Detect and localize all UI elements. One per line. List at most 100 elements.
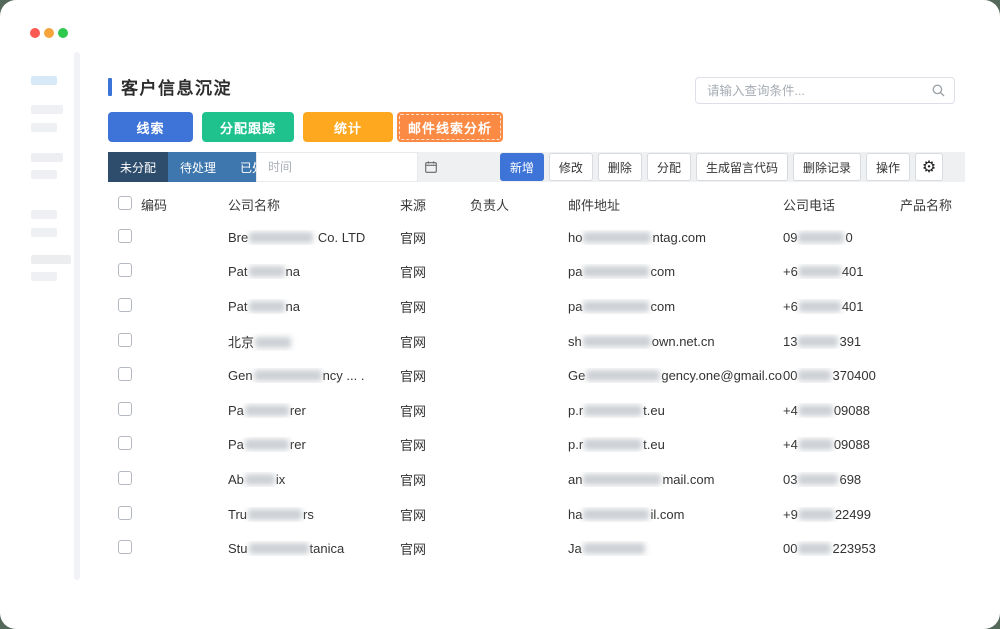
sidebar-item[interactable] [31, 123, 57, 132]
sidebar-item[interactable] [31, 210, 57, 219]
row-checkbox[interactable] [118, 402, 132, 416]
cell-company: Abix [228, 472, 400, 487]
title-accent-bar [108, 78, 112, 96]
table-row: Trurs官网 hail.com+922499 [108, 497, 965, 532]
time-filter [256, 152, 418, 182]
cell-email: pacom [568, 299, 783, 314]
edit-button[interactable]: 修改 [549, 153, 593, 181]
calendar-icon[interactable] [425, 161, 437, 173]
app-window: 客户信息沉淀 线索 分配跟踪 统计 邮件线索分析 未分配 待处理 已处理 [0, 0, 1000, 629]
cell-phone: +409088 [783, 437, 900, 452]
sidebar-item[interactable] [31, 105, 63, 114]
table-row: Abix官网anmail.com03698 [108, 462, 965, 497]
page-title: 客户信息沉淀 [121, 74, 232, 99]
window-zoom-button[interactable] [58, 28, 68, 38]
tab-statistics[interactable]: 统计 [303, 112, 393, 142]
sidebar-item-active[interactable] [31, 76, 57, 85]
cell-source: 官网 [400, 332, 470, 351]
redacted-text [798, 474, 838, 485]
cell-email: p.rt.eu [568, 403, 783, 418]
row-checkbox[interactable] [118, 263, 132, 277]
select-all-checkbox[interactable] [118, 196, 132, 210]
cell-phone: 13391 [783, 334, 900, 349]
row-checkbox[interactable] [118, 506, 132, 520]
row-checkbox[interactable] [118, 436, 132, 450]
sidebar-item[interactable] [31, 272, 57, 281]
sidebar-item[interactable] [31, 153, 63, 162]
operate-button[interactable]: 操作 [866, 153, 910, 181]
sidebar-item[interactable] [31, 228, 57, 237]
column-header-source: 来源 [400, 195, 470, 214]
sidebar-item[interactable] [31, 255, 71, 264]
window-close-button[interactable] [30, 28, 40, 38]
window-minimize-button[interactable] [44, 28, 54, 38]
search-box [695, 77, 955, 104]
column-header-product: 产品名称 [900, 195, 965, 214]
delete-records-button[interactable]: 删除记录 [793, 153, 861, 181]
column-header-owner: 负责人 [470, 195, 568, 214]
cell-company: Trurs [228, 507, 400, 522]
row-checkbox[interactable] [118, 540, 132, 554]
tab-leads[interactable]: 线索 [108, 112, 193, 142]
row-checkbox[interactable] [118, 333, 132, 347]
segment-unassigned[interactable]: 未分配 [108, 152, 168, 182]
table-row: 北京官网shown.net.cn13391 [108, 324, 965, 359]
search-input[interactable] [705, 83, 932, 99]
redacted-text [245, 439, 289, 450]
cell-source: 官网 [400, 366, 470, 385]
cell-source: 官网 [400, 505, 470, 524]
cell-company: Patna [228, 299, 400, 314]
tab-assignment-tracking[interactable]: 分配跟踪 [202, 112, 294, 142]
cell-company: Stutanica [228, 541, 400, 556]
cell-company: 北京 [228, 332, 400, 351]
cell-source: 官网 [400, 401, 470, 420]
settings-button[interactable]: ⚙ [915, 153, 943, 181]
table-row: Patna官网pacom+6401 [108, 255, 965, 290]
cell-phone: +6401 [783, 264, 900, 279]
redacted-text [584, 439, 642, 450]
module-tabs: 线索 分配跟踪 统计 邮件线索分析 [108, 112, 503, 142]
sidebar-item[interactable] [31, 170, 57, 179]
time-input[interactable] [266, 159, 425, 175]
cell-phone: 090 [783, 230, 900, 245]
cell-company: Genncy ... . [228, 368, 400, 383]
filter-toolbar: 未分配 待处理 已处理 新增 修改 删除 分配 生成留言代码 删除记录 操作 ⚙ [108, 152, 965, 182]
redacted-text [249, 301, 285, 312]
table-row: Parer官网p.rt.eu+409088 [108, 428, 965, 463]
search-icon[interactable] [932, 84, 945, 97]
segment-pending[interactable]: 待处理 [168, 152, 228, 182]
redacted-text [249, 232, 313, 243]
table-header-row: 编码 公司名称 来源 负责人 邮件地址 公司电话 产品名称 [108, 188, 965, 220]
cell-email: hail.com [568, 507, 783, 522]
cell-source: 官网 [400, 228, 470, 247]
assign-button[interactable]: 分配 [647, 153, 691, 181]
row-checkbox[interactable] [118, 229, 132, 243]
redacted-text [583, 301, 649, 312]
sidebar-divider [74, 52, 80, 580]
cell-source: 官网 [400, 262, 470, 281]
redacted-text [245, 474, 275, 485]
redacted-text [584, 405, 642, 416]
leads-table: 编码 公司名称 来源 负责人 邮件地址 公司电话 产品名称 Bre Co. LT… [108, 188, 965, 566]
tab-email-lead-analysis[interactable]: 邮件线索分析 [397, 112, 503, 142]
table-row: Genncy ... .官网Gegency.one@gmail.com00370… [108, 358, 965, 393]
redacted-text [583, 336, 651, 347]
generate-message-code-button[interactable]: 生成留言代码 [696, 153, 788, 181]
cell-source: 官网 [400, 470, 470, 489]
cell-email: p.rt.eu [568, 437, 783, 452]
delete-button[interactable]: 删除 [598, 153, 642, 181]
cell-email: Gegency.one@gmail.com [568, 368, 783, 383]
column-header-company: 公司名称 [228, 195, 400, 214]
cell-phone: 00223953 [783, 541, 900, 556]
redacted-text [245, 405, 289, 416]
row-checkbox[interactable] [118, 471, 132, 485]
redacted-text [248, 509, 302, 520]
redacted-text [798, 370, 831, 381]
add-button[interactable]: 新增 [500, 153, 544, 181]
row-checkbox[interactable] [118, 367, 132, 381]
row-checkbox[interactable] [118, 298, 132, 312]
table-row: Bre Co. LTD官网hontag.com090 [108, 220, 965, 255]
cell-phone: +922499 [783, 507, 900, 522]
redacted-text [249, 543, 309, 554]
redacted-text [254, 370, 322, 381]
